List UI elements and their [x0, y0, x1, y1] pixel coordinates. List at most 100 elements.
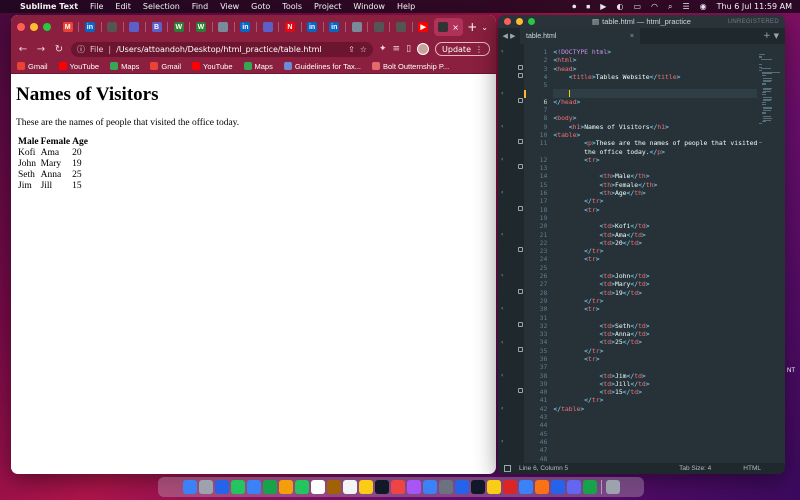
fold-marker-icon[interactable]	[518, 139, 523, 145]
minimap[interactable]	[757, 44, 785, 463]
code-line[interactable]	[553, 106, 757, 114]
battery-icon[interactable]: ▭	[633, 0, 641, 13]
maps-icon[interactable]	[262, 480, 277, 494]
code-line[interactable]: <th>Male</th>	[553, 172, 757, 180]
browser-tab[interactable]: W	[170, 18, 187, 36]
code-line[interactable]	[553, 164, 757, 172]
code-line[interactable]: <td>20</td>	[553, 239, 757, 247]
code-line[interactable]	[553, 455, 757, 463]
bookmark-star-icon[interactable]: ☆	[360, 45, 367, 54]
fold-marker-icon[interactable]	[518, 388, 523, 394]
browser-tab[interactable]	[215, 18, 232, 36]
podcasts-icon[interactable]	[406, 480, 421, 494]
browser-tab[interactable]	[348, 18, 365, 36]
code-line[interactable]: <head>	[553, 65, 757, 73]
info-icon[interactable]: ⓘ	[77, 44, 85, 55]
code-line[interactable]: <tr>	[553, 355, 757, 363]
code-line[interactable]: </tr>	[553, 247, 757, 255]
code-line[interactable]	[553, 314, 757, 322]
fold-marker-icon[interactable]	[518, 164, 523, 170]
syntax-selector[interactable]: HTML	[743, 465, 761, 472]
code-line[interactable]	[553, 89, 758, 98]
code-line[interactable]: <td>15</td>	[553, 388, 757, 396]
terminal-icon[interactable]	[470, 480, 485, 494]
code-line[interactable]: <title>Tables Website</title>	[553, 73, 757, 81]
chevron-left-icon[interactable]: ‹	[501, 339, 503, 346]
finder-icon[interactable]	[182, 480, 197, 494]
fold-marker-icon[interactable]	[518, 346, 523, 352]
code-line[interactable]	[553, 264, 757, 272]
code-line[interactable]: <h1>Names of Visitors</h1>	[553, 123, 757, 131]
control-center-icon[interactable]: ☰	[682, 0, 689, 13]
fold-marker-icon[interactable]	[518, 64, 523, 70]
sublime-icon[interactable]	[534, 480, 549, 494]
bookmark-item[interactable]: YouTube	[58, 62, 99, 71]
spotlight-search-icon[interactable]: ⌕	[668, 0, 672, 13]
trash-icon[interactable]	[605, 480, 620, 494]
close-window-button[interactable]	[504, 18, 511, 25]
chevron-left-icon[interactable]: ‹	[501, 90, 503, 97]
tab-search-chevron-icon[interactable]: ⌄	[481, 23, 488, 32]
code-line[interactable]: <th>Female</th>	[553, 181, 757, 189]
contacts-icon[interactable]	[326, 480, 341, 494]
music-icon[interactable]	[390, 480, 405, 494]
code-line[interactable]: <!DOCTYPE html>	[553, 48, 757, 56]
code-line[interactable]: </table>	[553, 405, 757, 413]
code-line[interactable]: <td>Ama</td>	[553, 231, 757, 239]
acrobat-icon[interactable]	[502, 480, 517, 494]
forward-arrow-icon[interactable]: →	[35, 44, 47, 55]
menu-project[interactable]: Project	[314, 0, 341, 13]
bookmark-item[interactable]: Guidelines for Tax...	[283, 62, 361, 71]
chevron-left-icon[interactable]: ‹	[501, 48, 503, 55]
zoom-window-button[interactable]	[43, 23, 51, 31]
code-line[interactable]	[553, 438, 757, 446]
wifi-icon[interactable]: ◠	[651, 0, 658, 13]
bookmark-item[interactable]: Gmail	[17, 62, 48, 71]
code-line[interactable]: <td>19</td>	[553, 289, 757, 297]
update-button[interactable]: Update ⋮	[435, 42, 490, 56]
browser-tab[interactable]: in	[81, 18, 98, 36]
notes-icon[interactable]	[358, 480, 373, 494]
close-tab-icon[interactable]: ×	[452, 23, 459, 32]
chevron-left-icon[interactable]: ‹	[501, 272, 503, 279]
menubar-extra-icon[interactable]: ⏺	[572, 0, 576, 13]
calendar-icon[interactable]	[310, 480, 325, 494]
close-tab-icon[interactable]: ×	[630, 33, 634, 40]
code-line[interactable]	[553, 81, 757, 89]
code-line[interactable]	[553, 446, 757, 454]
chevron-left-icon[interactable]: ‹	[501, 123, 503, 130]
code-line[interactable]: <tr>	[553, 305, 757, 313]
bookmark-item[interactable]: YouTube	[192, 62, 233, 71]
new-tab-icon[interactable]: +	[763, 31, 771, 41]
browser-tab[interactable]	[126, 18, 143, 36]
fold-marker-icon[interactable]	[518, 247, 523, 253]
browser-tab[interactable]: in	[326, 18, 343, 36]
photos-icon[interactable]	[278, 480, 293, 494]
browser-tab[interactable]: M	[59, 18, 76, 36]
menu-file[interactable]: File	[90, 0, 103, 13]
file-sidebar-strip[interactable]: ‹ ‹ ‹ ‹ ‹ ‹ ‹ ‹ ‹ ‹ ‹ ‹	[498, 44, 524, 463]
chevron-left-icon[interactable]: ‹	[501, 438, 503, 445]
reload-icon[interactable]: ↻	[53, 44, 65, 55]
excel-icon[interactable]	[582, 480, 597, 494]
extensions-puzzle-icon[interactable]: ✦	[379, 44, 387, 54]
mail-icon[interactable]	[246, 480, 261, 494]
bookmark-item[interactable]: Maps	[110, 62, 139, 71]
editor-tab-table-html[interactable]: table.html ×	[520, 28, 640, 44]
code-line[interactable]: <td>25</td>	[553, 338, 757, 346]
browser-tab[interactable]	[392, 18, 409, 36]
appstore-icon[interactable]	[422, 480, 437, 494]
launchpad-icon[interactable]	[198, 480, 213, 494]
siri-icon[interactable]: ◉	[700, 0, 707, 13]
fold-marker-icon[interactable]	[518, 97, 523, 103]
reminders-icon[interactable]	[342, 480, 357, 494]
tab-nav-arrows-icon[interactable]: ◀ ▶	[498, 32, 520, 40]
cursor-position[interactable]: Line 6, Column 5	[519, 465, 568, 472]
code-area[interactable]: <!DOCTYPE html> <html> <head> <title>Table…	[549, 44, 758, 463]
safari-icon[interactable]	[214, 480, 229, 494]
browser-tab[interactable]: ▶	[415, 18, 432, 36]
fold-marker-icon[interactable]	[518, 72, 523, 78]
settings-icon[interactable]	[438, 480, 453, 494]
tab-list-dropdown-icon[interactable]: ▼	[774, 32, 779, 40]
url-text[interactable]: /Users/attoandoh/Desktop/html_practice/t…	[116, 45, 343, 54]
